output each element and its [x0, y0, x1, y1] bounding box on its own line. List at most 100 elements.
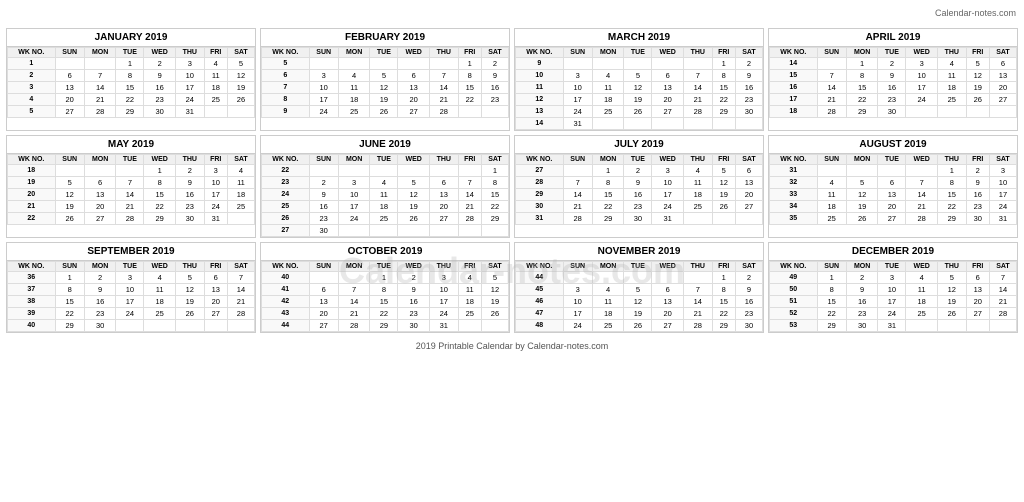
- day-cell: 11: [370, 189, 398, 201]
- day-cell: [592, 118, 624, 130]
- day-cell: 4: [592, 70, 624, 82]
- day-cell: 9: [735, 70, 762, 82]
- week-number: 13: [516, 106, 564, 118]
- week-number: 46: [516, 296, 564, 308]
- col-header: WED: [398, 155, 430, 165]
- col-header: THU: [430, 262, 459, 272]
- day-cell: 29: [712, 320, 735, 332]
- day-cell: 10: [989, 177, 1016, 189]
- day-cell: 13: [966, 284, 989, 296]
- day-cell: 5: [624, 70, 652, 82]
- col-header: THU: [176, 155, 205, 165]
- day-cell: 26: [846, 213, 878, 225]
- day-cell: 21: [989, 296, 1016, 308]
- day-cell: 20: [84, 201, 116, 213]
- day-cell: 3: [878, 272, 906, 284]
- day-cell: [735, 118, 762, 130]
- table-row: 361234567: [8, 272, 255, 284]
- day-cell: [652, 272, 684, 284]
- col-header: WK NO.: [262, 155, 310, 165]
- day-cell: [204, 320, 227, 332]
- calendar-block-9: SEPTEMBER 2019WK NO.SUNMONTUEWEDTHUFRISA…: [6, 242, 256, 333]
- day-cell: [227, 320, 254, 332]
- col-header: WK NO.: [516, 48, 564, 58]
- table-row: 442728293031: [262, 320, 509, 332]
- day-cell: 28: [684, 320, 713, 332]
- col-header: FRI: [966, 262, 989, 272]
- day-cell: 3: [309, 70, 338, 82]
- day-cell: [338, 272, 370, 284]
- day-cell: 25: [592, 320, 624, 332]
- week-number: 40: [262, 272, 310, 284]
- day-cell: 10: [204, 177, 227, 189]
- table-row: 22262728293031: [8, 213, 255, 225]
- day-cell: 22: [55, 308, 84, 320]
- day-cell: [458, 225, 481, 237]
- day-cell: 20: [652, 94, 684, 106]
- col-header: TUE: [624, 48, 652, 58]
- col-header: MON: [338, 48, 370, 58]
- month-title: JUNE 2019: [261, 136, 509, 154]
- day-cell: 12: [624, 296, 652, 308]
- week-number: 32: [770, 177, 818, 189]
- day-cell: 23: [735, 94, 762, 106]
- day-cell: 30: [84, 320, 116, 332]
- day-cell: 11: [684, 177, 713, 189]
- week-number: 52: [770, 308, 818, 320]
- day-cell: 20: [430, 201, 459, 213]
- table-row: 3815161718192021: [8, 296, 255, 308]
- day-cell: 15: [817, 296, 846, 308]
- week-number: 53: [770, 320, 818, 332]
- day-cell: [563, 272, 592, 284]
- calendar-block-7: JULY 2019WK NO.SUNMONTUEWEDTHUFRISAT2712…: [514, 135, 764, 238]
- day-cell: 28: [563, 213, 592, 225]
- col-header: SUN: [55, 262, 84, 272]
- day-cell: 27: [966, 308, 989, 320]
- day-cell: 31: [430, 320, 459, 332]
- col-header: FRI: [458, 262, 481, 272]
- week-number: 15: [770, 70, 818, 82]
- day-cell: [878, 165, 906, 177]
- day-cell: 16: [309, 201, 338, 213]
- col-header: MON: [592, 155, 624, 165]
- week-number: 37: [8, 284, 56, 296]
- day-cell: 30: [846, 320, 878, 332]
- day-cell: 26: [370, 106, 398, 118]
- col-header: FRI: [966, 155, 989, 165]
- day-cell: [55, 58, 84, 70]
- day-cell: 24: [563, 320, 592, 332]
- day-cell: 28: [116, 213, 144, 225]
- day-cell: 19: [966, 82, 989, 94]
- col-header: WK NO.: [8, 262, 56, 272]
- day-cell: [652, 58, 684, 70]
- day-cell: 11: [906, 284, 938, 296]
- day-cell: 30: [309, 225, 338, 237]
- month-title: MARCH 2019: [515, 29, 763, 47]
- day-cell: 12: [966, 70, 989, 82]
- day-cell: 11: [144, 284, 176, 296]
- week-number: 41: [262, 284, 310, 296]
- col-header: THU: [938, 48, 967, 58]
- col-header: TUE: [370, 155, 398, 165]
- day-cell: 29: [370, 320, 398, 332]
- week-number: 18: [8, 165, 56, 177]
- day-cell: [116, 320, 144, 332]
- week-number: 20: [8, 189, 56, 201]
- day-cell: 5: [481, 272, 508, 284]
- day-cell: 11: [938, 70, 967, 82]
- day-cell: 1: [712, 272, 735, 284]
- col-header: MON: [846, 48, 878, 58]
- week-number: 50: [770, 284, 818, 296]
- week-number: 17: [770, 94, 818, 106]
- day-cell: 28: [684, 106, 713, 118]
- day-cell: 27: [735, 201, 762, 213]
- day-cell: 9: [878, 70, 906, 82]
- col-header: WED: [906, 48, 938, 58]
- table-row: 420212223242526: [8, 94, 255, 106]
- day-cell: 4: [817, 177, 846, 189]
- day-cell: 20: [735, 189, 762, 201]
- day-cell: 12: [370, 82, 398, 94]
- day-cell: 24: [176, 94, 205, 106]
- week-number: 1: [8, 58, 56, 70]
- day-cell: 4: [458, 272, 481, 284]
